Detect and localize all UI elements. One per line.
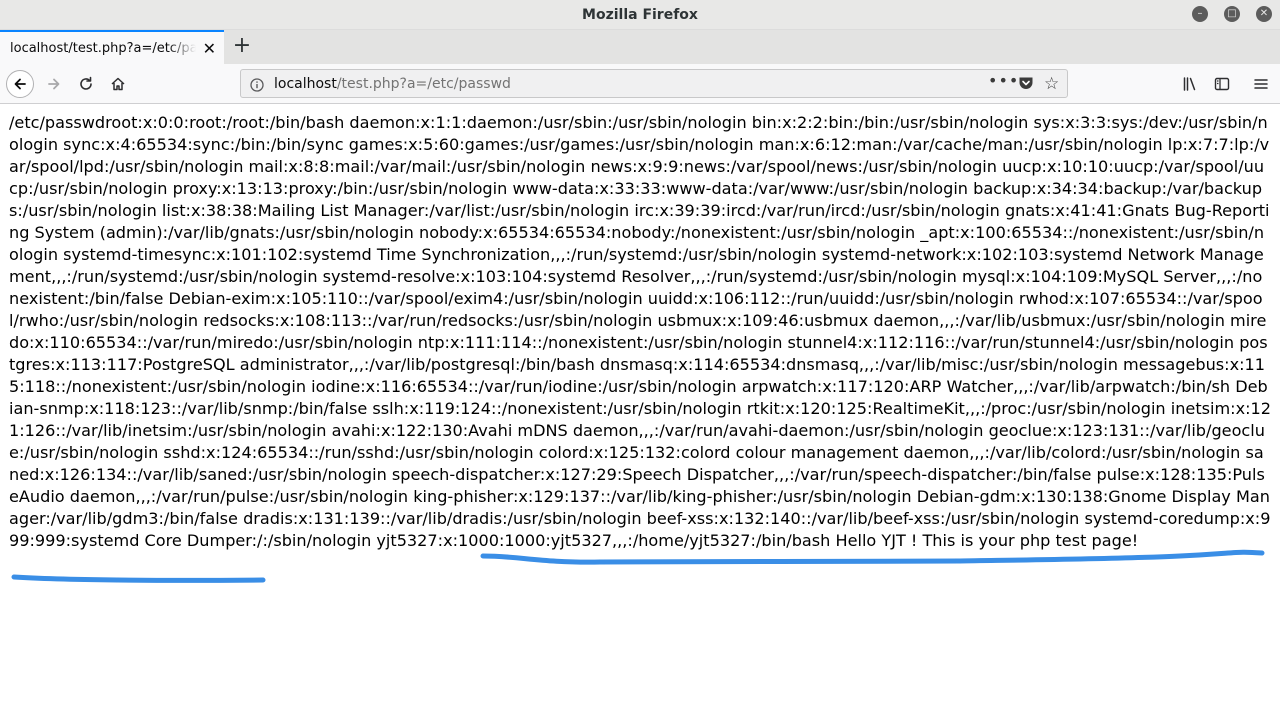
close-window-icon[interactable]: ✕ bbox=[1256, 6, 1272, 22]
new-tab-button[interactable]: + bbox=[230, 33, 254, 59]
library-button[interactable] bbox=[1176, 70, 1204, 98]
url-path: /test.php?a=/etc/passwd bbox=[336, 76, 511, 92]
window-titlebar: Mozilla Firefox – □ ✕ bbox=[0, 0, 1280, 30]
underline-stroke-2 bbox=[11, 574, 266, 583]
minimize-icon[interactable]: – bbox=[1192, 6, 1208, 22]
url-bar[interactable]: localhost/test.php?a=/etc/passwd ••• ☆ bbox=[240, 69, 1068, 98]
forward-button[interactable] bbox=[40, 70, 68, 98]
forward-arrow-icon bbox=[48, 78, 60, 90]
site-info-icon[interactable] bbox=[250, 77, 264, 96]
sidebar-button[interactable] bbox=[1208, 70, 1236, 98]
library-icon bbox=[1183, 77, 1196, 91]
home-button[interactable] bbox=[104, 70, 132, 98]
back-button[interactable] bbox=[6, 70, 34, 98]
sidebar-icon bbox=[1214, 77, 1230, 91]
bookmark-star-icon[interactable]: ☆ bbox=[1044, 74, 1059, 94]
tab-active[interactable]: localhost/test.php?a=/etc/passwd ✕ bbox=[0, 30, 224, 64]
url-host: localhost bbox=[274, 76, 337, 92]
navigation-bar: localhost/test.php?a=/etc/passwd ••• ☆ bbox=[0, 64, 1280, 104]
pocket-icon[interactable] bbox=[1018, 76, 1034, 95]
reload-icon bbox=[80, 76, 92, 90]
menu-button[interactable] bbox=[1247, 70, 1275, 98]
tab-title: localhost/test.php?a=/etc/passwd bbox=[10, 40, 196, 56]
reload-button[interactable] bbox=[72, 70, 100, 98]
tab-strip: localhost/test.php?a=/etc/passwd ✕ + bbox=[0, 30, 1280, 64]
underline-stroke-1 bbox=[480, 549, 1265, 565]
url-text[interactable]: localhost/test.php?a=/etc/passwd bbox=[274, 76, 511, 92]
page-actions-button[interactable]: ••• bbox=[988, 71, 1019, 90]
hamburger-menu-icon bbox=[1254, 79, 1268, 89]
back-arrow-icon bbox=[6, 70, 34, 98]
home-icon bbox=[111, 77, 125, 91]
page-content-text: /etc/passwdroot:x:0:0:root:/root:/bin/ba… bbox=[9, 113, 1272, 550]
window-title: Mozilla Firefox bbox=[582, 6, 698, 23]
close-tab-icon[interactable]: ✕ bbox=[203, 39, 216, 58]
maximize-icon[interactable]: □ bbox=[1224, 6, 1240, 22]
